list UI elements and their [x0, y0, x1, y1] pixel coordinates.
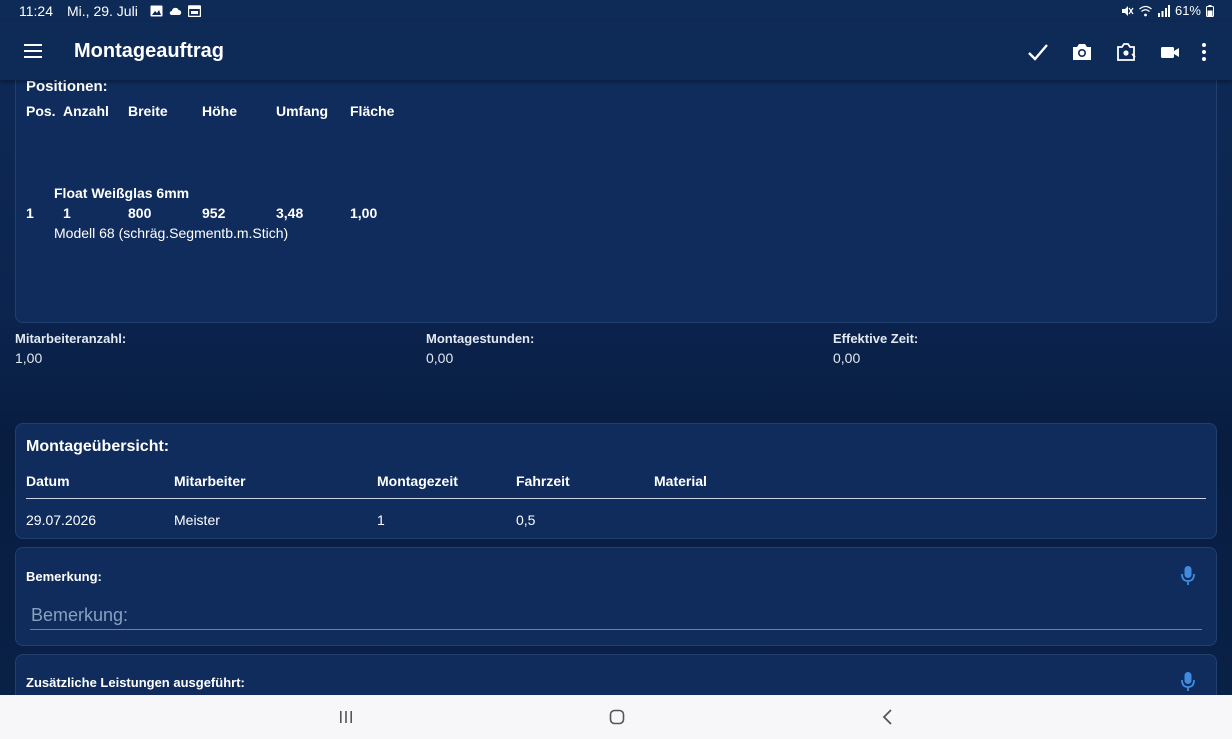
remark-input[interactable]	[30, 602, 1202, 630]
col-header-hoehe: Höhe	[202, 103, 237, 119]
camera-icon[interactable]	[1060, 38, 1104, 66]
confirm-check-icon[interactable]	[1016, 38, 1060, 66]
wifi-icon	[1139, 5, 1152, 17]
calendar-icon	[187, 5, 201, 17]
col-header-breite: Breite	[128, 103, 168, 119]
menu-icon[interactable]	[22, 40, 44, 62]
back-icon[interactable]	[873, 705, 903, 729]
row-fahrzeit: 0,5	[516, 512, 536, 528]
mitarbeiteranzahl-label: Mitarbeiteranzahl:	[15, 331, 127, 346]
position-item-breite: 800	[128, 205, 152, 221]
position-item-anzahl: 1	[63, 205, 71, 221]
effektive-zeit-label: Effektive Zeit:	[833, 331, 919, 346]
row-datum: 29.07.2026	[26, 512, 97, 528]
mitarbeiteranzahl-value: 1,00	[15, 350, 43, 366]
row-montagezeit: 1	[377, 512, 385, 528]
position-item-flaeche: 1,00	[350, 205, 378, 221]
status-time: 11:24	[19, 3, 53, 19]
col-header-mitarbeiter: Mitarbeiter	[174, 473, 246, 489]
page-title: Montageauftrag	[74, 40, 224, 62]
col-header-umfang: Umfang	[276, 103, 329, 119]
col-header-flaeche: Fläche	[350, 103, 395, 119]
position-item-model: Modell 68 (schräg.Segmentb.m.Stich)	[54, 225, 289, 241]
microphone-icon[interactable]	[1180, 671, 1196, 693]
montagestunden-value: 0,00	[426, 350, 454, 366]
positions-title: Positionen:	[26, 78, 108, 95]
col-header-datum: Datum	[26, 473, 70, 489]
remark-card: Bemerkung:	[15, 547, 1217, 646]
col-header-montagezeit: Montagezeit	[377, 473, 458, 489]
home-icon[interactable]	[602, 705, 632, 729]
navigation-bar	[0, 695, 1232, 739]
table-divider	[26, 498, 1206, 499]
extra-services-label: Zusätzliche Leistungen ausgeführt:	[26, 675, 245, 690]
position-item-hoehe: 952	[202, 205, 226, 221]
effektive-zeit-value: 0,00	[833, 350, 861, 366]
overview-card: Montageübersicht: Datum Mitarbeiter Mont…	[15, 423, 1217, 539]
col-header-fahrzeit: Fahrzeit	[516, 473, 570, 489]
camera-switch-icon[interactable]	[1104, 38, 1148, 66]
montagestunden-label: Montagestunden:	[426, 331, 535, 346]
status-bar: 11:24 Mi., 29. Juli 61%	[0, 0, 1232, 22]
app-bar: Montageauftrag	[0, 22, 1232, 80]
overview-title: Montageübersicht:	[26, 438, 170, 455]
gallery-icon	[150, 5, 163, 17]
battery-level: 61%	[1174, 3, 1201, 18]
remark-label: Bemerkung:	[26, 569, 102, 584]
col-header-material: Material	[654, 473, 707, 489]
microphone-icon[interactable]	[1180, 565, 1196, 587]
positions-card: Positionen: Pos. Anzahl Breite Höhe Umfa…	[15, 66, 1217, 323]
col-header-pos: Pos.	[26, 103, 56, 119]
mute-icon	[1121, 5, 1134, 17]
position-item-umfang: 3,48	[276, 205, 304, 221]
row-mitarbeiter: Meister	[174, 512, 220, 528]
battery-icon	[1206, 4, 1214, 17]
status-date: Mi., 29. Juli	[67, 3, 138, 19]
col-header-anzahl: Anzahl	[63, 103, 109, 119]
more-options-icon[interactable]	[1192, 38, 1216, 66]
recent-apps-icon[interactable]	[331, 705, 361, 729]
position-item-pos: 1	[26, 205, 34, 221]
signal-icon	[1157, 4, 1170, 17]
position-item-name: Float Weißglas 6mm	[54, 185, 190, 201]
video-camera-icon[interactable]	[1148, 38, 1192, 66]
cloud-sync-icon	[169, 5, 182, 17]
